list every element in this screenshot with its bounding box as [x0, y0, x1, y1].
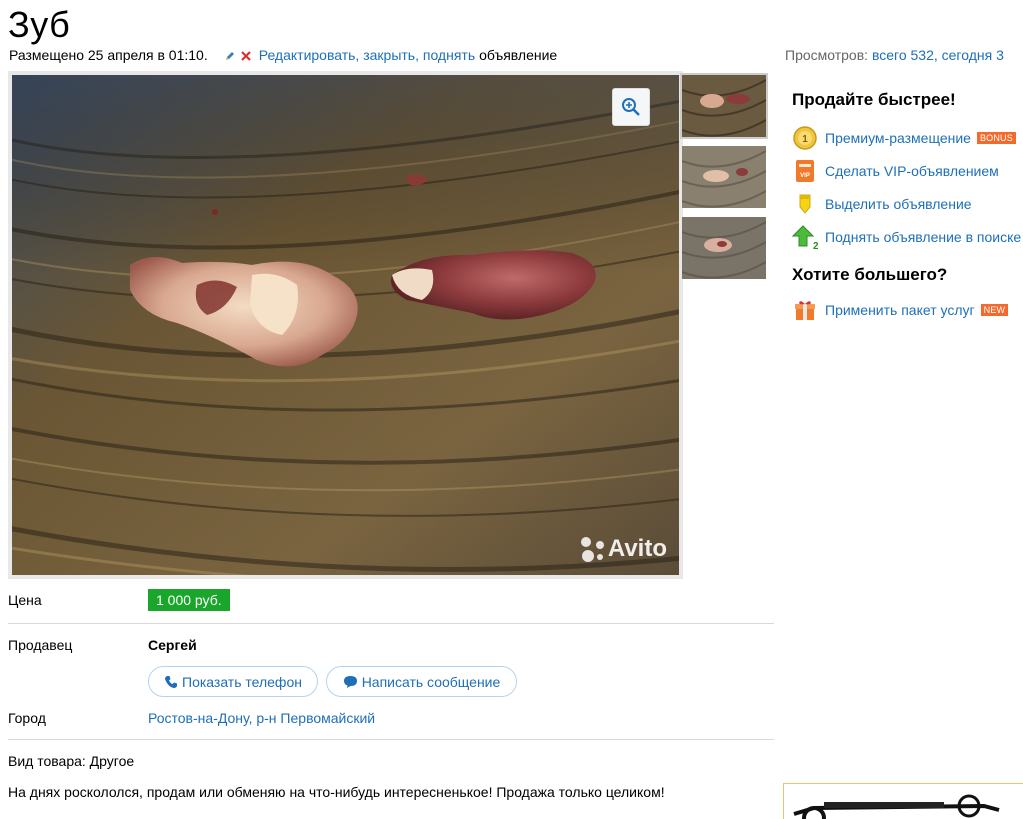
thumbnail-1[interactable]: [680, 73, 768, 139]
promo-vip-link[interactable]: Сделать VIP-объявлением: [825, 163, 999, 179]
city-label: Город: [8, 710, 46, 726]
promo-raise-link[interactable]: Поднять объявление в поиске: [825, 229, 1021, 245]
main-photo[interactable]: Avito: [12, 75, 679, 575]
bonus-badge: BONUS: [976, 131, 1016, 144]
promo-highlight-link[interactable]: Выделить объявление: [825, 196, 972, 212]
arrow-up-icon: 2: [792, 224, 818, 250]
phone-icon: [165, 675, 177, 688]
new-badge: NEW: [980, 303, 1009, 316]
thumbnail-3[interactable]: [682, 217, 766, 279]
close-icon[interactable]: [240, 49, 252, 61]
city-link[interactable]: Ростов-на-Дону, р-н Первомайский: [148, 710, 375, 726]
write-message-label: Написать сообщение: [361, 673, 501, 690]
promo-package[interactable]: Применить пакет услуг NEW: [792, 293, 1023, 326]
promo-vip[interactable]: VIP Сделать VIP-объявлением: [792, 154, 1023, 187]
listing-meta: Размещено 25 апреля в 01:10. Редактирова…: [9, 47, 557, 63]
highlighter-icon: [792, 191, 818, 217]
avito-logo-icon: [580, 537, 604, 562]
edit-suffix: объявление: [479, 47, 558, 63]
views-label: Просмотров:: [785, 47, 869, 63]
photo-gallery: Avito: [8, 71, 683, 579]
divider: [8, 623, 774, 624]
watermark-text: Avito: [607, 535, 667, 562]
promo-premium[interactable]: 1 Премиум-размещение BONUS: [792, 121, 1023, 154]
seller-label: Продавец: [8, 637, 73, 653]
svg-text:1: 1: [802, 134, 808, 145]
svg-text:VIP: VIP: [800, 173, 810, 179]
edit-listing-link[interactable]: Редактировать, закрыть, поднять: [259, 47, 475, 63]
listing-title: Зуб: [8, 4, 71, 45]
show-phone-button[interactable]: Показать телефон: [148, 666, 318, 697]
avito-watermark: Avito: [578, 535, 667, 563]
promo-heading-more: Хотите большего?: [792, 265, 948, 284]
chat-bubble-icon: [343, 675, 357, 688]
promo-panel: Продайте быстрее! 1 Премиум-размещение B…: [792, 90, 1023, 326]
svg-text:2: 2: [813, 241, 818, 250]
write-message-button[interactable]: Написать сообщение: [326, 666, 517, 697]
ad-banner[interactable]: [783, 783, 1023, 819]
promo-premium-link[interactable]: Премиум-размещение: [825, 130, 971, 146]
item-type: Вид товара: Другое: [8, 753, 135, 769]
gift-box-icon: [792, 297, 818, 323]
seller-name: Сергей: [148, 637, 197, 653]
promo-highlight[interactable]: Выделить объявление: [792, 187, 1023, 220]
coin-icon: 1: [792, 125, 818, 151]
show-phone-label: Показать телефон: [182, 673, 302, 690]
zoom-button[interactable]: [612, 88, 650, 126]
promo-heading: Продайте быстрее!: [792, 90, 956, 109]
price-value: 1 000 руб.: [148, 589, 230, 611]
posted-date: Размещено 25 апреля в 01:10.: [9, 47, 208, 63]
divider: [8, 739, 774, 740]
zoom-in-icon: [622, 98, 640, 116]
price-label: Цена: [8, 592, 42, 608]
views-link[interactable]: всего 532, сегодня 3: [872, 47, 1004, 63]
thumbnail-2[interactable]: [682, 146, 766, 208]
views-counter: Просмотров: всего 532, сегодня 3: [785, 47, 1004, 63]
thumbnail-strip: [680, 73, 768, 288]
pencil-icon[interactable]: [224, 49, 236, 61]
vip-icon: VIP: [792, 158, 818, 184]
promo-raise[interactable]: 2 Поднять объявление в поиске: [792, 220, 1023, 253]
promo-package-link[interactable]: Применить пакет услуг: [825, 302, 975, 318]
listing-description: На днях роскололся, продам или обменяю н…: [8, 784, 665, 800]
